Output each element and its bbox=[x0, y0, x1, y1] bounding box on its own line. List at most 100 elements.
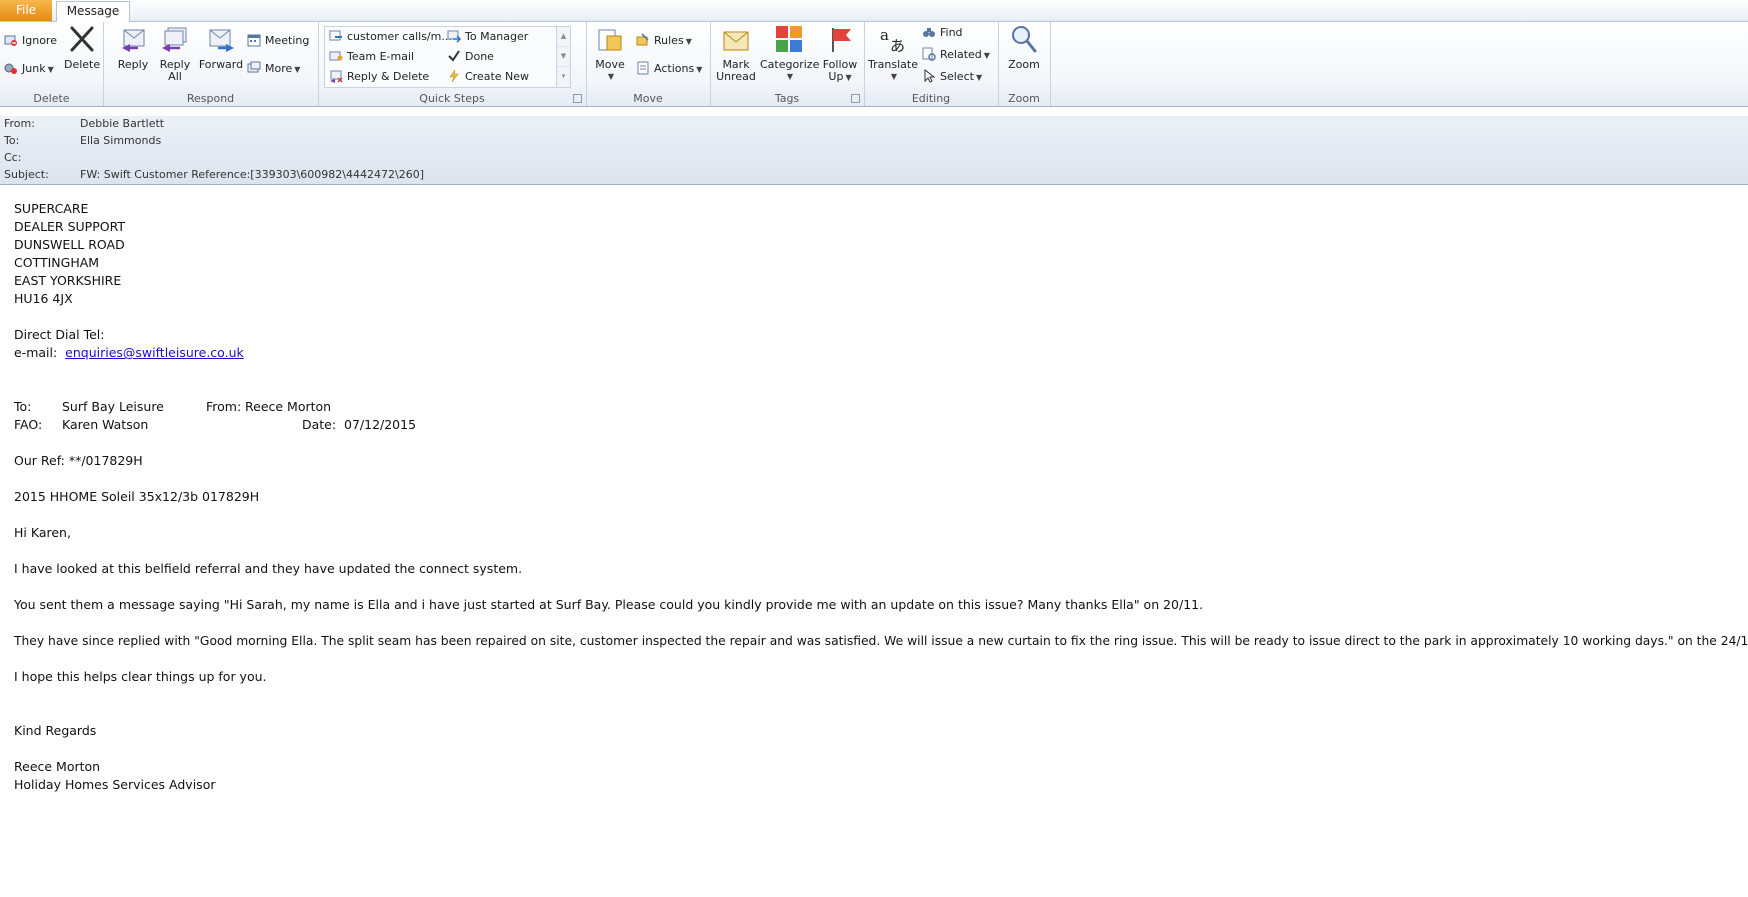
meeting-button[interactable]: Meeting bbox=[247, 32, 309, 50]
delete-button[interactable]: Delete bbox=[64, 24, 100, 71]
reply-all-button[interactable]: Reply All bbox=[155, 24, 195, 83]
quickstep-team-email[interactable]: Team E-mail bbox=[329, 48, 414, 66]
group-delete: Ignore Junk ▼ Delete Delete bbox=[0, 22, 104, 106]
message-body: SUPERCARE DEALER SUPPORT DUNSWELL ROAD C… bbox=[14, 200, 1748, 794]
forward-button[interactable]: Forward bbox=[197, 24, 245, 71]
paragraph-3: They have since replied with "Good morni… bbox=[14, 634, 1748, 648]
ignore-button[interactable]: Ignore bbox=[4, 32, 57, 50]
svg-text:あ: あ bbox=[890, 37, 905, 54]
address-line: EAST YORKSHIRE bbox=[14, 273, 122, 288]
more-icon bbox=[247, 61, 261, 73]
forward-arrow-icon bbox=[447, 30, 461, 43]
translate-icon: aあ bbox=[880, 26, 905, 55]
chevron-down-icon: ▼ bbox=[607, 72, 615, 81]
address-line: DEALER SUPPORT bbox=[14, 219, 126, 234]
group-move: Move ▼ Rules ▼ Actions ▼ Move bbox=[586, 22, 711, 106]
more-button[interactable]: More ▼ bbox=[247, 60, 300, 78]
group-tags: Mark Unread Categorize ▼ Follow Up ▼ Tags bbox=[710, 22, 865, 106]
gallery-expand-icon[interactable]: ▾ bbox=[557, 67, 570, 86]
tab-message[interactable]: Message bbox=[56, 1, 130, 22]
signature-title: Holiday Homes Services Advisor bbox=[14, 777, 216, 792]
chevron-down-icon: ▼ bbox=[983, 51, 990, 60]
find-button[interactable]: Find bbox=[922, 24, 963, 42]
move-folder-icon bbox=[598, 29, 622, 51]
junk-button[interactable]: Junk ▼ bbox=[4, 60, 54, 78]
to-label: To: bbox=[4, 134, 20, 147]
subject-value: FW: Swift Customer Reference:[339303\600… bbox=[80, 168, 424, 181]
checkmark-icon bbox=[448, 50, 460, 62]
group-label-tags: Tags bbox=[774, 92, 800, 105]
email-link[interactable]: enquiries@swiftleisure.co.uk bbox=[65, 345, 244, 360]
chevron-down-icon: ▼ bbox=[975, 73, 983, 82]
memo-fao-value: Karen Watson bbox=[62, 417, 149, 432]
team-email-icon bbox=[329, 51, 343, 61]
ribbon: Ignore Junk ▼ Delete Delete Reply Reply A… bbox=[0, 22, 1748, 107]
quickstep-done[interactable]: Done bbox=[447, 48, 494, 66]
tab-file[interactable]: File bbox=[0, 0, 52, 21]
junk-icon bbox=[4, 63, 17, 74]
group-label-respond: Respond bbox=[186, 92, 235, 105]
quick-steps-scrollbar[interactable]: ▲ ▼ ▾ bbox=[556, 27, 570, 87]
chevron-down-icon: ▼ bbox=[47, 65, 54, 74]
actions-icon bbox=[637, 61, 649, 75]
quickstep-create-new[interactable]: Create New bbox=[447, 68, 529, 86]
follow-up-button[interactable]: Follow Up ▼ bbox=[820, 24, 860, 84]
paragraph-2: You sent them a message saying "Hi Sarah… bbox=[14, 597, 1204, 612]
scroll-down-icon[interactable]: ▼ bbox=[557, 47, 570, 67]
lightning-icon bbox=[449, 69, 459, 83]
chevron-down-icon: ▼ bbox=[786, 72, 794, 81]
related-button[interactable]: Related ▼ bbox=[922, 46, 990, 64]
signoff: Kind Regards bbox=[14, 723, 97, 738]
translate-button[interactable]: aあ Translate ▼ bbox=[868, 24, 918, 83]
binoculars-icon bbox=[923, 28, 935, 37]
quickstep-reply-delete[interactable]: Reply & Delete bbox=[329, 68, 429, 86]
rules-icon bbox=[636, 33, 649, 46]
mark-unread-icon bbox=[723, 31, 749, 51]
message-header: From: Debbie Bartlett To: Ella Simmonds Cc… bbox=[0, 116, 1748, 185]
memo-from-label: From: bbox=[206, 399, 242, 414]
reply-button[interactable]: Reply bbox=[113, 24, 153, 71]
memo-to-value: Surf Bay Leisure bbox=[62, 399, 164, 414]
to-value[interactable]: Ella Simmonds bbox=[80, 134, 161, 147]
greeting: Hi Karen, bbox=[14, 525, 71, 540]
from-value[interactable]: Debbie Bartlett bbox=[80, 117, 164, 130]
chevron-down-icon: ▼ bbox=[294, 65, 301, 74]
zoom-button[interactable]: Zoom bbox=[1004, 24, 1044, 71]
quickstep-customer-calls[interactable]: customer calls/m... bbox=[329, 28, 452, 46]
flag-icon bbox=[832, 28, 851, 52]
paragraph-1: I have looked at this belfield referral … bbox=[14, 561, 523, 576]
calendar-icon bbox=[247, 34, 261, 47]
header-to-row: To: Ella Simmonds bbox=[4, 133, 161, 149]
group-zoom: Zoom Zoom bbox=[998, 22, 1051, 106]
scroll-up-icon[interactable]: ▲ bbox=[557, 27, 570, 47]
rules-button[interactable]: Rules ▼ bbox=[636, 32, 692, 50]
reply-icon bbox=[122, 29, 145, 52]
header-from-row: From: Debbie Bartlett bbox=[4, 116, 164, 132]
categorize-icon bbox=[776, 26, 802, 52]
paragraph-4: I hope this helps clear things up for yo… bbox=[14, 669, 267, 684]
group-label-delete: Delete bbox=[33, 92, 70, 105]
svg-text:a: a bbox=[880, 26, 889, 44]
cc-label: Cc: bbox=[4, 151, 22, 164]
from-label: From: bbox=[4, 117, 35, 130]
email-line: e-mail: enquiries@swiftleisure.co.uk bbox=[14, 344, 1734, 362]
delete-icon bbox=[70, 26, 94, 52]
product-line: 2015 HHOME Soleil 35x12/3b 017829H bbox=[14, 489, 260, 504]
memo-to-label: To: bbox=[14, 399, 32, 414]
quick-steps-gallery: customer calls/m... To Manager Team E-ma… bbox=[324, 26, 571, 88]
chevron-down-icon: ▼ bbox=[685, 37, 692, 46]
address-line: DUNSWELL ROAD bbox=[14, 237, 125, 252]
group-label-quick-steps: Quick Steps bbox=[419, 92, 485, 105]
group-label-zoom: Zoom bbox=[1008, 92, 1040, 105]
categorize-button[interactable]: Categorize ▼ bbox=[760, 24, 819, 83]
mark-unread-button[interactable]: Mark Unread bbox=[716, 24, 756, 83]
group-label-editing: Editing bbox=[911, 92, 951, 105]
quickstep-to-manager[interactable]: To Manager bbox=[447, 28, 528, 46]
move-button[interactable]: Move ▼ bbox=[592, 24, 628, 83]
address-line: SUPERCARE bbox=[14, 201, 89, 216]
actions-button[interactable]: Actions ▼ bbox=[636, 60, 702, 78]
cursor-icon bbox=[924, 69, 936, 83]
select-button[interactable]: Select ▼ bbox=[922, 68, 982, 86]
address-line: COTTINGHAM bbox=[14, 255, 100, 270]
forward-icon bbox=[209, 29, 234, 52]
